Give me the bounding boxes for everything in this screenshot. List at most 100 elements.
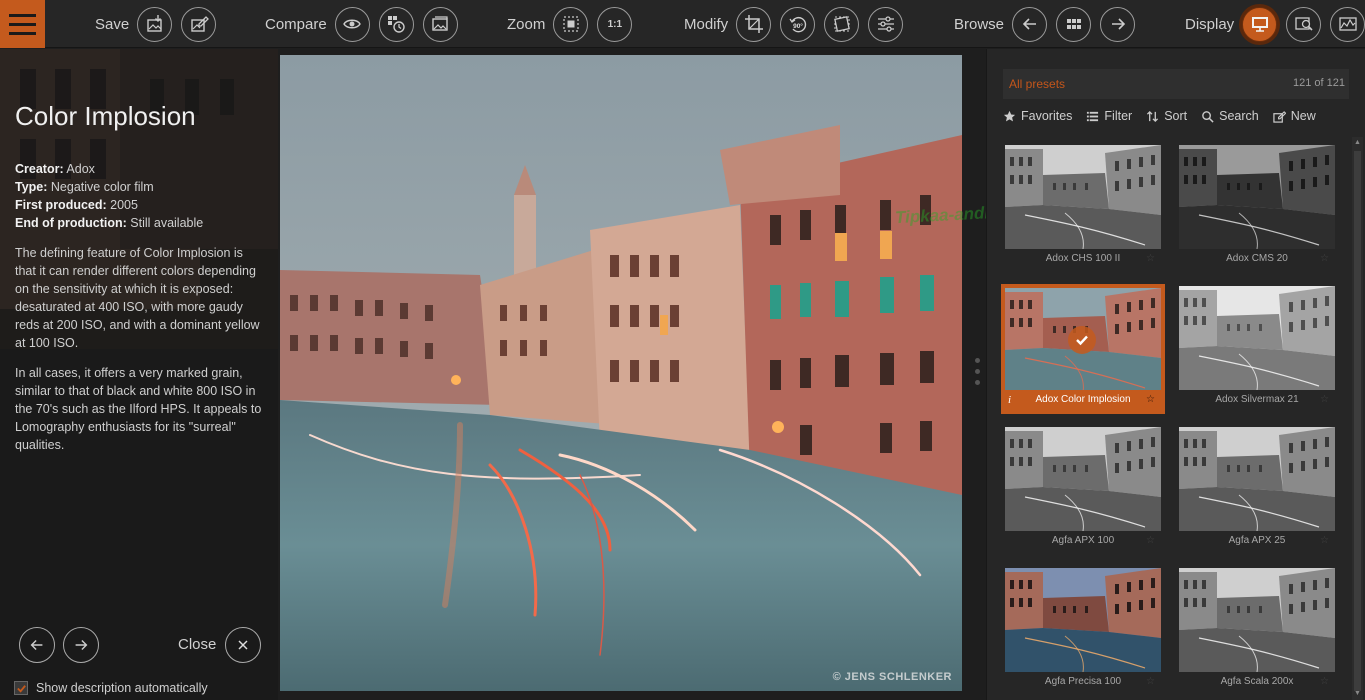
preset-thumbnail — [1005, 145, 1161, 249]
browse-label: Browse — [954, 15, 1005, 33]
favorite-star-icon[interactable]: ☆ — [1146, 535, 1155, 546]
preset-tile[interactable]: Adox CMS 20 ☆ — [1177, 145, 1337, 271]
hamburger-menu-button[interactable] — [0, 0, 45, 48]
magnifier-image-icon — [1295, 17, 1313, 31]
description-paragraph-2: In all cases, it offers a very marked gr… — [15, 366, 262, 452]
compare-split-button[interactable] — [422, 6, 458, 42]
monitor-icon — [1251, 17, 1268, 32]
scroll-down-icon[interactable]: ▼ — [1354, 690, 1361, 698]
rotate-icon: 90° — [789, 16, 806, 33]
presets-category[interactable]: All presets — [1009, 77, 1065, 91]
browse-next-button[interactable] — [1100, 6, 1136, 42]
save-as-button[interactable] — [181, 6, 217, 42]
preset-tile[interactable]: Adox Silvermax 21 ☆ — [1177, 286, 1337, 412]
arrow-left-icon — [30, 639, 43, 651]
type-value: Negative color film — [50, 180, 154, 194]
presets-count: 121 of 121 — [1293, 77, 1345, 89]
straighten-button[interactable] — [824, 6, 860, 42]
thumbnail-image — [1005, 427, 1161, 531]
end-of-production-value: Still available — [130, 216, 204, 230]
compare-original-button[interactable] — [334, 6, 370, 42]
preset-name: Adox CMS 20 — [1226, 253, 1288, 264]
previous-preset-button[interactable] — [19, 627, 55, 663]
eye-icon — [343, 19, 362, 29]
presets-header[interactable]: All presets 121 of 121 — [1003, 69, 1349, 99]
preset-name: Agfa Precisa 100 — [1044, 676, 1122, 687]
preset-tile[interactable]: i Adox Color Implosion ☆ — [1001, 284, 1165, 414]
new-preset-label: New — [1290, 109, 1316, 123]
favorite-star-icon[interactable]: ☆ — [1320, 676, 1329, 687]
compare-history-button[interactable] — [378, 6, 414, 42]
browse-previous-button[interactable] — [1012, 6, 1048, 42]
filter-label: Filter — [1104, 109, 1133, 123]
scrollbar-thumb[interactable] — [1354, 151, 1361, 691]
creator-value: Adox — [66, 162, 95, 176]
type-label: Type: — [15, 180, 48, 194]
fit-screen-icon — [563, 16, 579, 32]
rotate-90-label: 90° — [793, 22, 803, 30]
sort-button[interactable]: Sort — [1146, 109, 1187, 123]
close-icon — [238, 640, 248, 650]
zoom-100-button[interactable]: 1:1 — [597, 6, 633, 42]
favorite-star-icon[interactable]: ☆ — [1320, 394, 1329, 405]
favorite-star-icon[interactable]: ☆ — [1146, 253, 1155, 264]
save-image-icon — [147, 15, 162, 32]
show-description-checkbox[interactable] — [14, 681, 28, 695]
zoom-100-label: 1:1 — [607, 18, 623, 30]
preset-tile[interactable]: Agfa Scala 200x ☆ — [1177, 568, 1337, 694]
show-description-row: Show description automatically — [14, 681, 208, 695]
display-label: Display — [1185, 15, 1235, 33]
preset-thumbnail — [1179, 427, 1335, 531]
preview-image[interactable]: © JENS SCHLENKER — [280, 55, 962, 691]
close-button[interactable] — [225, 627, 261, 663]
new-edit-icon — [1273, 110, 1286, 123]
save-label: Save — [95, 15, 130, 33]
crop-button[interactable] — [736, 6, 772, 42]
favorites-label: Favorites — [1021, 109, 1073, 123]
favorites-button[interactable]: Favorites — [1003, 109, 1072, 123]
thumbnail-image — [1179, 286, 1335, 390]
adjustments-button[interactable] — [868, 6, 904, 42]
display-monitor-button[interactable] — [1242, 6, 1278, 42]
histogram-icon — [1339, 17, 1357, 31]
panel-resize-handle[interactable] — [975, 358, 981, 385]
close-label[interactable]: Close — [178, 636, 216, 653]
compare-group: Compare — [265, 0, 467, 48]
favorite-star-icon[interactable]: ☆ — [1320, 535, 1329, 546]
photo-credit: © JENS SCHLENKER — [832, 671, 952, 683]
next-preset-button[interactable] — [63, 627, 99, 663]
zoom-fit-button[interactable] — [553, 6, 589, 42]
filter-button[interactable]: Filter — [1086, 109, 1132, 123]
preset-tile[interactable]: Adox CHS 100 II ☆ — [1003, 145, 1163, 271]
sort-icon — [1147, 110, 1159, 122]
arrow-left-icon — [1022, 18, 1036, 30]
search-button[interactable]: Search — [1201, 109, 1259, 123]
search-label: Search — [1219, 109, 1259, 123]
compare-label: Compare — [265, 15, 327, 33]
end-of-production-label: End of production: — [15, 216, 127, 230]
display-histogram-button[interactable] — [1330, 6, 1365, 42]
favorite-star-icon[interactable]: ☆ — [1320, 253, 1329, 264]
handle-dot — [975, 369, 980, 374]
crop-icon — [744, 15, 763, 33]
preset-thumbnail — [1179, 286, 1335, 390]
preset-thumbnail — [1179, 568, 1335, 672]
star-icon — [1003, 110, 1016, 121]
creator-label: Creator: — [15, 162, 64, 176]
presets-scrollbar[interactable]: ▲ ▼ — [1352, 137, 1363, 700]
show-description-label[interactable]: Show description automatically — [36, 681, 208, 695]
preset-tile[interactable]: Agfa APX 25 ☆ — [1177, 427, 1337, 553]
preset-name: Agfa Scala 200x — [1220, 676, 1294, 687]
save-image-button[interactable] — [137, 6, 173, 42]
favorite-star-icon[interactable]: ☆ — [1146, 394, 1155, 405]
rotate-90-button[interactable]: 90° — [780, 6, 816, 42]
preset-facts: Creator: Adox Type: Negative color film … — [15, 160, 265, 232]
favorite-star-icon[interactable]: ☆ — [1146, 676, 1155, 687]
scroll-up-icon[interactable]: ▲ — [1354, 139, 1361, 147]
preset-tile[interactable]: Agfa APX 100 ☆ — [1003, 427, 1163, 553]
new-preset-button[interactable]: New — [1273, 109, 1316, 123]
browse-grid-button[interactable] — [1056, 6, 1092, 42]
display-loupe-button[interactable] — [1286, 6, 1322, 42]
browse-group: Browse — [954, 0, 1144, 48]
preset-tile[interactable]: Agfa Precisa 100 ☆ — [1003, 568, 1163, 694]
